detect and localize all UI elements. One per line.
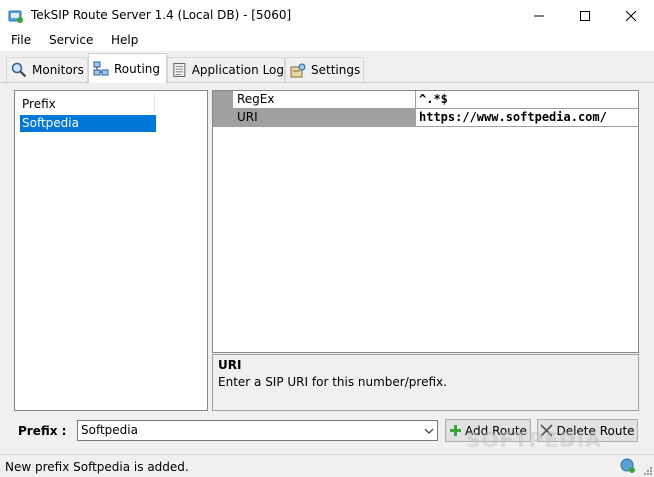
add-route-button[interactable]: Add Route — [445, 419, 531, 442]
prefix-combobox[interactable]: Softpedia — [77, 420, 438, 441]
magnifier-icon — [11, 62, 27, 78]
property-value[interactable]: ^.*$ — [416, 91, 638, 109]
app-icon — [8, 10, 23, 23]
window-title: TekSIP Route Server 1.4 (Local DB) - [50… — [31, 8, 292, 22]
property-help: URI Enter a SIP URI for this number/pref… — [212, 354, 639, 411]
chevron-down-icon[interactable] — [423, 425, 435, 437]
property-name: RegEx — [233, 91, 416, 109]
property-name: URI — [233, 109, 416, 127]
menu-bar: File Service Help — [0, 31, 654, 51]
help-description: Enter a SIP URI for this number/prefix. — [218, 375, 447, 389]
menu-help[interactable]: Help — [111, 33, 138, 47]
tab-label: Monitors — [32, 63, 84, 77]
prefix-column-header[interactable]: Prefix — [21, 94, 155, 114]
network-icon — [93, 61, 109, 75]
prefix-combobox-value: Softpedia — [81, 423, 138, 437]
grid-row-regex[interactable]: RegEx ^.*$ — [213, 91, 638, 109]
grid-margin — [213, 109, 233, 127]
menu-service[interactable]: Service — [49, 33, 93, 47]
routing-panel: Prefix Softpedia RegEx ^.*$ URI https://… — [0, 83, 654, 454]
add-route-label: Add Route — [465, 423, 527, 438]
status-text: New prefix Softpedia is added. — [5, 460, 189, 474]
delete-route-button[interactable]: Delete Route — [537, 419, 638, 442]
maximize-button[interactable] — [562, 0, 608, 31]
grid-margin — [213, 91, 233, 109]
client-area: Monitors Routing Application Log Setting… — [0, 51, 654, 454]
property-value[interactable]: https://www.softpedia.com/ — [416, 109, 638, 127]
minimize-icon — [534, 15, 544, 16]
minimize-button[interactable] — [516, 0, 562, 31]
tab-routing[interactable]: Routing — [88, 53, 167, 83]
tab-label: Application Log — [191, 63, 284, 77]
server-status-icon — [620, 458, 635, 473]
close-icon — [626, 10, 636, 21]
grid-row-uri[interactable]: URI https://www.softpedia.com/ — [213, 109, 638, 127]
prefix-label: Prefix : — [18, 424, 67, 438]
tab-monitors[interactable]: Monitors — [6, 57, 88, 82]
help-title: URI — [218, 358, 242, 372]
resize-grip-icon[interactable] — [642, 465, 652, 475]
tab-settings[interactable]: Settings — [285, 57, 364, 82]
settings-icon — [290, 63, 306, 78]
tab-label: Settings — [311, 63, 361, 77]
title-bar: TekSIP Route Server 1.4 (Local DB) - [50… — [0, 0, 654, 31]
delete-route-label: Delete Route — [556, 423, 635, 438]
maximize-icon — [580, 10, 590, 21]
delete-x-icon — [540, 424, 554, 437]
status-bar: New prefix Softpedia is added. — [0, 454, 654, 477]
menu-file[interactable]: File — [11, 33, 31, 47]
log-icon — [173, 63, 186, 77]
tab-application-log[interactable]: Application Log — [167, 57, 285, 82]
tab-label: Routing — [114, 61, 161, 76]
tab-strip: Monitors Routing Application Log Setting… — [0, 51, 654, 83]
list-item[interactable]: Softpedia — [20, 115, 156, 132]
plus-icon — [450, 425, 462, 436]
property-grid: RegEx ^.*$ URI https://www.softpedia.com… — [212, 90, 639, 353]
close-button[interactable] — [608, 0, 654, 31]
prefix-list[interactable]: Prefix Softpedia — [14, 90, 208, 411]
